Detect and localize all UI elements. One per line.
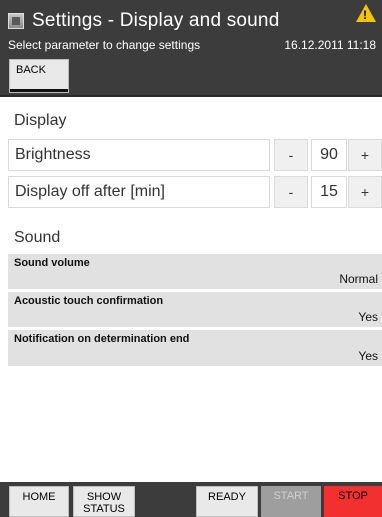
show-status-button[interactable]: SHOW STATUS xyxy=(73,486,135,517)
brightness-label: Brightness xyxy=(15,146,91,163)
toolbar: BACK xyxy=(0,57,382,97)
display-off-increase-button[interactable]: + xyxy=(348,176,382,208)
page-subtitle: Select parameter to change settings xyxy=(8,38,201,52)
settings-app-icon xyxy=(8,13,24,29)
warning-mark: ! xyxy=(363,8,367,22)
display-off-label: Display off after [min] xyxy=(15,183,165,200)
home-button[interactable]: HOME xyxy=(9,486,69,517)
notification-end-row[interactable]: Notification on determination end Yes xyxy=(8,330,382,366)
display-off-value[interactable]: 15 xyxy=(311,176,347,208)
warning-icon[interactable]: ! xyxy=(356,4,376,22)
page-title: Settings - Display and sound xyxy=(32,10,280,31)
acoustic-touch-row[interactable]: Acoustic touch confirmation Yes xyxy=(8,292,382,327)
stop-button[interactable]: STOP xyxy=(324,486,382,517)
acoustic-touch-value: Yes xyxy=(358,310,378,324)
notification-end-value: Yes xyxy=(358,349,378,363)
footer-bar: HOME SHOW STATUS READY START STOP xyxy=(0,482,382,517)
back-button[interactable]: BACK xyxy=(9,59,69,93)
brightness-row[interactable]: Brightness xyxy=(8,139,270,171)
sound-volume-row[interactable]: Sound volume Normal xyxy=(8,254,382,289)
sound-volume-label: Sound volume xyxy=(14,257,90,269)
brightness-value[interactable]: 90 xyxy=(311,139,347,171)
display-section-title: Display xyxy=(14,112,67,129)
start-button[interactable]: START xyxy=(261,486,321,517)
acoustic-touch-label: Acoustic touch confirmation xyxy=(14,295,164,307)
display-off-row[interactable]: Display off after [min] xyxy=(8,176,270,208)
settings-content: Display Brightness - 90 + Display off af… xyxy=(0,99,382,482)
notification-end-label: Notification on determination end xyxy=(14,333,190,345)
sound-volume-value: Normal xyxy=(339,272,378,286)
brightness-increase-button[interactable]: + xyxy=(348,139,382,171)
title-row: Settings - Display and sound xyxy=(8,10,279,32)
header-bar: Settings - Display and sound ! Select pa… xyxy=(0,0,382,57)
ready-button[interactable]: READY xyxy=(196,486,258,517)
datetime-display: 16.12.2011 11:18 xyxy=(284,38,376,52)
display-off-decrease-button[interactable]: - xyxy=(274,176,308,208)
sound-section-title: Sound xyxy=(14,229,61,246)
brightness-decrease-button[interactable]: - xyxy=(274,139,308,171)
